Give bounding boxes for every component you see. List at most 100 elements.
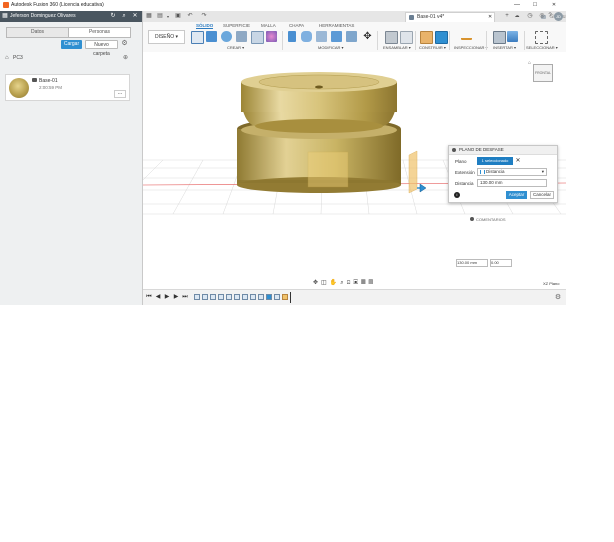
revolve-icon[interactable] [221, 31, 232, 42]
form-icon[interactable] [266, 31, 277, 42]
close-icon[interactable]: ✕ [132, 13, 138, 20]
grid-settings-icon[interactable]: ▦ [361, 280, 369, 286]
timeline-feature[interactable] [258, 294, 264, 300]
group-inspect[interactable]: INSPECCIONAR ▾ [454, 45, 488, 50]
collapse-icon[interactable] [470, 217, 474, 221]
tab-data[interactable]: Datos [6, 27, 69, 38]
search-icon[interactable]: ⌕ [121, 13, 127, 20]
maximize-button[interactable]: ☐ [528, 1, 542, 10]
tab-tools[interactable]: HERRAMIENTAS [319, 23, 354, 28]
user-name[interactable]: Jeferson Dominguez Olivares [10, 13, 76, 19]
chamfer-icon[interactable] [316, 31, 327, 42]
info-icon[interactable]: i [454, 192, 460, 198]
timeline-feature[interactable] [250, 294, 256, 300]
play-icon[interactable]: ▶ [164, 294, 170, 301]
timeline-feature[interactable] [266, 294, 272, 300]
timeline-feature[interactable] [234, 294, 240, 300]
tab-solid[interactable]: SÓLIDO [196, 23, 214, 29]
navigation-tools[interactable]: ✥◫✋⌕⊡▣▦▤ [313, 279, 376, 287]
refresh-icon[interactable]: ↻ [110, 13, 116, 20]
close-button[interactable]: ✕ [547, 1, 561, 10]
timeline-feature[interactable] [226, 294, 232, 300]
insert-image-icon[interactable] [507, 31, 518, 42]
tab-mesh[interactable]: MALLA [261, 23, 276, 28]
apps-grid-icon[interactable]: ▦ [145, 12, 153, 21]
group-create[interactable]: CREAR ▾ [227, 45, 244, 50]
file-card[interactable]: Base-01 2:00:59 PM ... [5, 74, 130, 101]
group-modify[interactable]: MODIFICAR ▾ [318, 45, 344, 50]
fillet-icon[interactable] [301, 31, 312, 42]
timeline-feature[interactable] [210, 294, 216, 300]
insert-derive-icon[interactable] [493, 31, 506, 44]
chevron-down-icon[interactable]: ▾ [164, 12, 172, 21]
go-to-start-icon[interactable]: ⏮ [146, 294, 152, 301]
joint-icon[interactable] [400, 31, 413, 44]
cancel-button[interactable]: Cancelar [530, 191, 554, 199]
breadcrumb[interactable]: PC3 [13, 55, 23, 61]
press-pull-icon[interactable] [288, 31, 296, 42]
home-icon[interactable]: ⌂ [5, 55, 9, 61]
loft-icon[interactable] [251, 31, 264, 44]
pan-icon[interactable]: ✋ [330, 280, 340, 286]
timeline-feature[interactable] [218, 294, 224, 300]
tab-people[interactable]: Personas [68, 27, 131, 38]
sweep-icon[interactable] [236, 31, 247, 42]
measure-icon[interactable] [461, 31, 472, 40]
step-forward-icon[interactable]: ▶ [173, 294, 179, 301]
workspace-selector[interactable]: DISEÑO ▾ [148, 30, 185, 44]
move-icon[interactable]: ✥ [362, 31, 373, 42]
avatar[interactable]: JD [554, 12, 563, 21]
tab-document-active[interactable]: Base-01 v4* ✕ [405, 12, 495, 22]
go-to-end-icon[interactable]: ⏭ [182, 294, 188, 301]
redo-icon[interactable]: ↷ [200, 12, 208, 21]
clock-icon[interactable]: ◷ [526, 12, 534, 21]
display-settings-icon[interactable]: ▣ [353, 280, 361, 286]
orbit-icon[interactable]: ✥ [313, 280, 321, 286]
file-more-button[interactable]: ... [114, 90, 126, 98]
new-folder-button[interactable]: Nuevo carpeta [85, 40, 118, 57]
undo-icon[interactable]: ↶ [186, 12, 194, 21]
step-back-icon[interactable]: ◀ [155, 294, 161, 301]
new-component-icon[interactable] [385, 31, 398, 44]
ok-button[interactable]: Aceptar [506, 191, 527, 199]
upload-button[interactable]: Cargar [61, 40, 82, 49]
minimize-button[interactable]: — [510, 1, 524, 10]
settings-gear-icon[interactable]: ⚙ [554, 294, 562, 302]
combine-icon[interactable] [346, 31, 357, 42]
distance-input[interactable]: 130.00 mm [456, 259, 488, 267]
shell-icon[interactable] [331, 31, 342, 42]
group-construct[interactable]: CONSTRUIR ▾ [419, 45, 446, 50]
help-icon[interactable]: ? [546, 12, 554, 21]
plane-at-angle-icon[interactable] [435, 31, 448, 44]
distance-field[interactable]: 130.00 mm [477, 179, 547, 187]
bell-icon[interactable]: ◎ [538, 12, 546, 21]
home-view-icon[interactable]: ⌂ [528, 60, 531, 66]
timeline-feature[interactable] [242, 294, 248, 300]
group-select[interactable]: SELECCIONAR ▾ [526, 45, 558, 50]
timeline-marker[interactable] [290, 292, 291, 303]
extent-dropdown[interactable]: Distancia ▾ [477, 168, 547, 176]
tab-sheet-metal[interactable]: CHAPA [289, 23, 304, 28]
new-sketch-icon[interactable] [191, 31, 204, 44]
plane-selection[interactable]: 1 seleccionado [477, 157, 513, 165]
timeline-feature[interactable] [202, 294, 208, 300]
collapse-icon[interactable] [452, 148, 456, 152]
save-icon[interactable]: ▣ [174, 12, 182, 21]
comments-panel[interactable]: COMENTARIOS [470, 217, 505, 222]
viewports-icon[interactable]: ▤ [369, 280, 377, 286]
clear-selection-icon[interactable]: ✕ [515, 157, 521, 165]
angle-input[interactable]: 0.00 [490, 259, 512, 267]
timeline-feature[interactable] [282, 294, 288, 300]
file-icon[interactable]: ▤ [156, 12, 164, 21]
offset-plane-icon[interactable] [420, 31, 433, 44]
select-icon[interactable] [535, 31, 548, 44]
new-item-icon[interactable]: ⊕ [123, 54, 128, 61]
gear-icon[interactable]: ⚙ [121, 40, 128, 48]
tab-surface[interactable]: SUPERFICIE [223, 23, 250, 28]
close-tab-icon[interactable]: ✕ [488, 13, 492, 22]
viewcube[interactable]: FRONTAL [533, 64, 553, 82]
group-insert[interactable]: INSERTAR ▾ [493, 45, 516, 50]
timeline-feature[interactable] [194, 294, 200, 300]
cloud-icon[interactable]: ☁ [513, 12, 521, 21]
grid-icon[interactable]: ▦ [2, 13, 8, 20]
